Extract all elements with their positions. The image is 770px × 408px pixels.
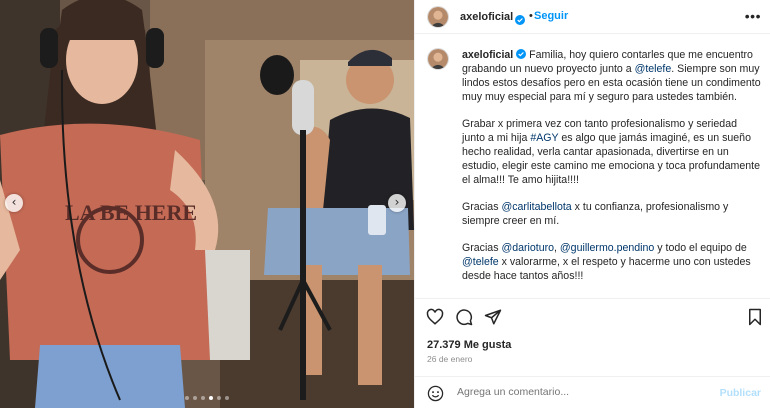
caption-paragraph: axeloficial Familia, hoy quiero contarle… bbox=[462, 48, 762, 104]
post-header: axeloficial • Seguir ••• bbox=[415, 0, 770, 34]
emoji-icon bbox=[427, 385, 444, 402]
caption-area: axeloficial Familia, hoy quiero contarle… bbox=[415, 40, 770, 296]
caption-text: Gracias bbox=[462, 201, 502, 213]
previous-slide-button[interactable]: ‹ bbox=[5, 194, 23, 212]
save-button[interactable] bbox=[746, 308, 764, 326]
carousel-dot bbox=[217, 396, 221, 400]
follow-button[interactable]: Seguir bbox=[534, 10, 568, 22]
verified-badge-icon bbox=[515, 15, 525, 25]
carousel-dot bbox=[225, 396, 229, 400]
post-date[interactable]: 26 de enero bbox=[427, 354, 472, 364]
post-side-panel: axeloficial • Seguir ••• axeloficial Fam… bbox=[414, 0, 770, 408]
bookmark-icon bbox=[749, 308, 761, 326]
publish-button[interactable]: Publicar bbox=[720, 387, 761, 399]
mention-link[interactable]: @telefe bbox=[462, 256, 499, 268]
username-link[interactable]: axeloficial bbox=[462, 49, 513, 61]
comment-icon bbox=[456, 309, 473, 326]
emoji-button[interactable] bbox=[427, 385, 444, 402]
carousel-dot bbox=[193, 396, 197, 400]
more-horizontal-icon: ••• bbox=[744, 8, 761, 24]
caption-text: x valorarme, x el respeto y hacerme uno … bbox=[462, 256, 751, 282]
chevron-right-icon: › bbox=[394, 195, 400, 209]
verified-badge-icon bbox=[516, 49, 527, 59]
share-button[interactable] bbox=[484, 308, 502, 326]
carousel-indicator bbox=[0, 396, 414, 400]
divider bbox=[415, 298, 770, 299]
username-link[interactable]: axeloficial bbox=[460, 11, 513, 23]
comment-bar: Publicar bbox=[415, 376, 770, 408]
comment-button[interactable] bbox=[455, 308, 473, 326]
chevron-left-icon: ‹ bbox=[11, 195, 17, 209]
share-icon bbox=[484, 309, 502, 325]
carousel-dot bbox=[201, 396, 205, 400]
caption-paragraph: Gracias @darioturo, @guillermo.pendino y… bbox=[462, 241, 762, 283]
shirt-print: LA BE HERE bbox=[65, 200, 197, 225]
carousel-dot bbox=[209, 396, 213, 400]
comment-input[interactable] bbox=[457, 386, 707, 398]
mention-link[interactable]: @darioturo bbox=[501, 242, 554, 254]
post-photo: LA BE HERE bbox=[0, 0, 414, 408]
separator-dot: • bbox=[529, 10, 533, 22]
likes-count[interactable]: 27.379 Me gusta bbox=[427, 339, 511, 351]
caption-paragraph: Gracias @carlitabellota x tu confianza, … bbox=[462, 200, 762, 228]
caption-paragraph: Grabar x primera vez con tanto profesion… bbox=[462, 117, 762, 187]
mention-link[interactable]: @carlitabellota bbox=[501, 201, 571, 213]
avatar[interactable] bbox=[427, 6, 449, 28]
carousel-dot bbox=[185, 396, 189, 400]
heart-icon bbox=[426, 308, 444, 325]
next-slide-button[interactable]: › bbox=[388, 194, 406, 212]
more-options-button[interactable]: ••• bbox=[745, 8, 761, 24]
mention-link[interactable]: @guillermo.pendino bbox=[560, 242, 654, 254]
caption-text: y todo el equipo de bbox=[654, 242, 747, 254]
like-button[interactable] bbox=[426, 308, 444, 326]
hashtag-link[interactable]: #AGY bbox=[530, 132, 558, 144]
caption-text: Gracias bbox=[462, 242, 502, 254]
post-caption: axeloficial Familia, hoy quiero contarle… bbox=[462, 48, 762, 296]
mention-link[interactable]: @telefe bbox=[635, 63, 672, 75]
avatar[interactable] bbox=[427, 48, 449, 70]
post-media[interactable]: LA BE HERE ‹ › bbox=[0, 0, 414, 408]
